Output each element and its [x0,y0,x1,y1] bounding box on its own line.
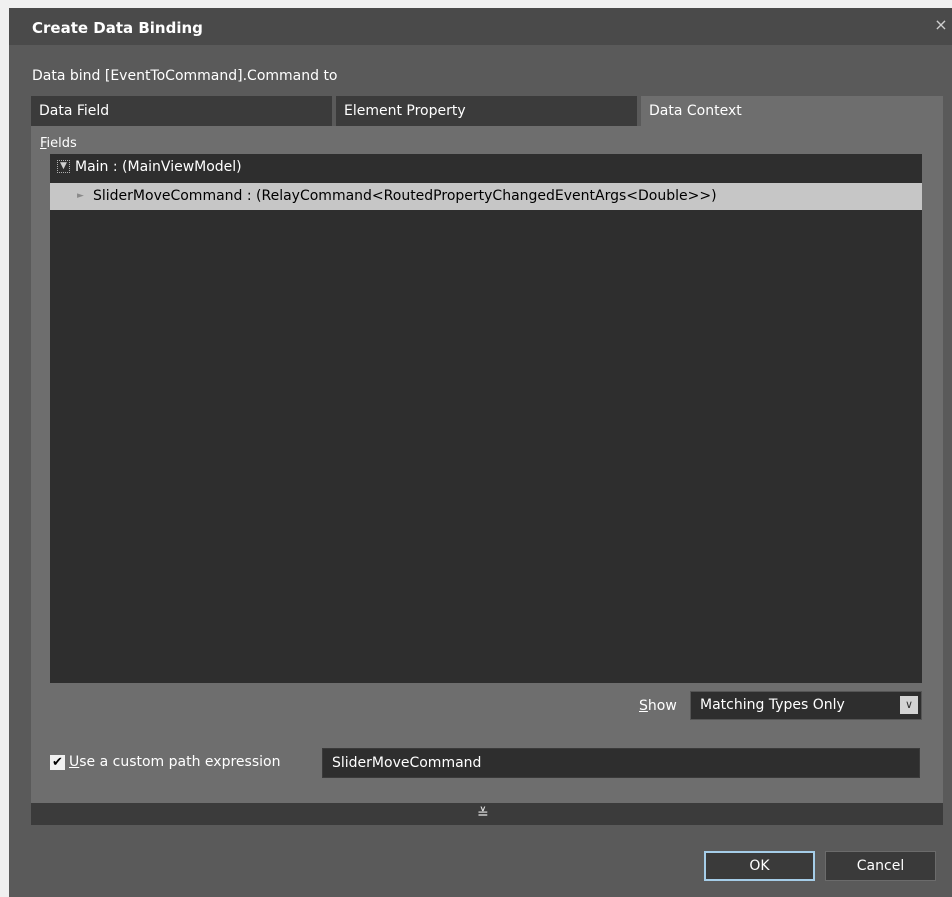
custom-path-label-accelerator: U [69,754,80,770]
expand-triangle-icon[interactable]: ► [77,183,84,210]
tree-item-slider-move-command[interactable]: ► SliderMoveCommand : (RelayCommand<Rout… [50,183,922,210]
custom-path-input[interactable]: SliderMoveCommand [322,748,920,778]
tab-data-field[interactable]: Data Field [31,96,332,126]
ok-button[interactable]: OK [704,851,815,881]
tab-element-property[interactable]: Element Property [336,96,637,126]
chevron-down-icon[interactable]: ∨ [900,696,918,714]
tree-item-main-label: Main : (MainViewModel) [75,159,242,175]
bind-target-caption: Data bind [EventToCommand].Command to [32,68,338,84]
double-chevron-down-icon[interactable]: ≚ [477,804,489,824]
show-label-accelerator: S [639,698,648,714]
dialog-title: Create Data Binding [32,19,203,37]
show-filter-value: Matching Types Only [700,697,845,713]
create-data-binding-dialog: Create Data Binding × Data bind [EventTo… [9,8,952,897]
fields-label-text: ields [46,136,77,151]
more-options-expander[interactable]: ≚ [31,803,943,825]
binding-source-tabs: Data Field Element Property Data Context [31,96,943,126]
show-label: Show [639,698,677,714]
cancel-button[interactable]: Cancel [825,851,936,881]
fields-label: Fields [40,136,77,151]
custom-path-label-text: se a custom path expression [79,754,281,770]
tree-item-slider-move-command-label: SliderMoveCommand : (RelayCommand<Routed… [93,188,717,204]
custom-path-label[interactable]: Use a custom path expression [69,754,280,770]
tree-item-main[interactable]: ▼ Main : (MainViewModel) [50,154,922,181]
tab-data-context[interactable]: Data Context [641,96,943,126]
title-bar: Create Data Binding × [9,8,952,45]
collapse-triangle-icon[interactable]: ▼ [57,160,70,173]
fields-tree[interactable]: ▼ Main : (MainViewModel) ► SliderMoveCom… [50,154,922,683]
close-icon[interactable]: × [932,16,950,34]
show-filter-select[interactable]: Matching Types Only ∨ [690,691,922,720]
show-label-text: how [647,698,677,714]
custom-path-checkbox[interactable]: ✔ [50,755,65,770]
